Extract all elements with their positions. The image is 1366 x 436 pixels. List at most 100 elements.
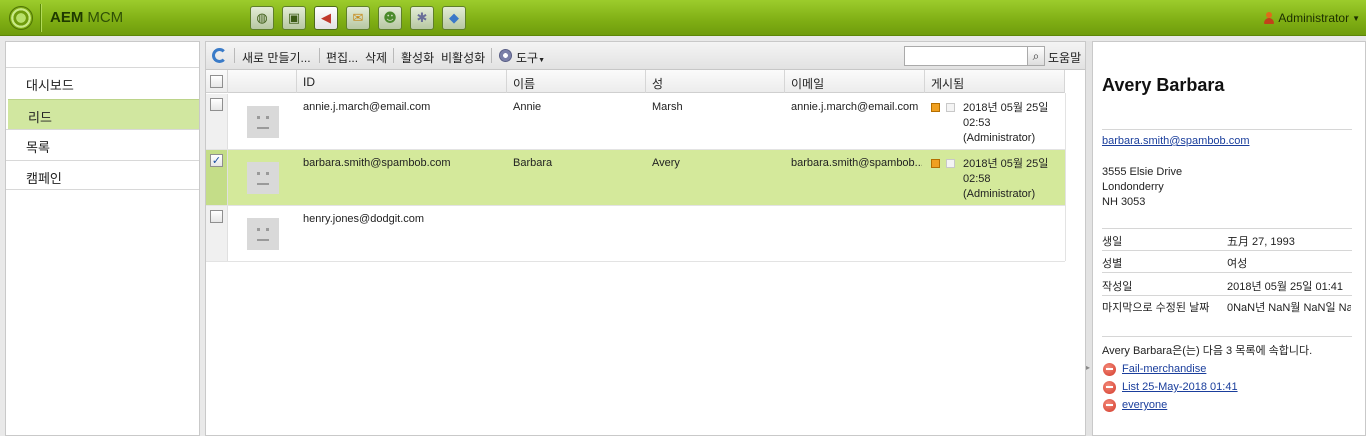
lead-detail-panel: Avery Barbara barbara.smith@spambob.com … (1092, 41, 1366, 436)
row-checkbox[interactable] (210, 210, 223, 223)
cell-id: annie.j.march@email.com (303, 101, 431, 113)
divider (1102, 272, 1352, 273)
help-button[interactable]: 도움말 (1048, 49, 1081, 66)
modified-status-icon (946, 159, 955, 168)
divider (1102, 336, 1352, 337)
globe-icon[interactable]: ◍ (250, 6, 274, 30)
sidebar-item-label: 캠페인 (26, 171, 62, 186)
refresh-icon[interactable] (212, 48, 227, 63)
row-checkbox[interactable]: ✓ (210, 154, 223, 167)
tag-icon[interactable]: ◆ (442, 6, 466, 30)
divider (1102, 250, 1352, 251)
field-value-gender: 여성 (1227, 258, 1248, 270)
cell-published: 2018년 05월 25일 02:58 (Administrator) (963, 157, 1048, 202)
remove-from-list-icon[interactable] (1103, 363, 1116, 376)
users-icon[interactable]: ☻ (378, 6, 402, 30)
tools-icon[interactable] (499, 49, 512, 62)
published-status-icon (931, 103, 940, 112)
grid-toolbar: 새로 만들기... 편집... 삭제 활성화 비활성화 도구▼ ⌕ 도움말 (206, 42, 1085, 70)
activate-button[interactable]: 활성화 (401, 49, 434, 66)
toolbar-separator (319, 48, 320, 63)
sidebar-item-leads[interactable]: 리드 (8, 99, 199, 129)
field-value-birthday: 五月 27, 1993 (1227, 236, 1295, 248)
table-row[interactable]: annie.j.march@email.com Annie Marsh anni… (206, 94, 1065, 150)
chevron-down-icon: ▼ (1352, 13, 1360, 23)
column-header-id[interactable]: ID (297, 70, 507, 93)
megaphone-icon[interactable]: ◀ (314, 6, 338, 30)
gears-icon[interactable]: ✱ (410, 6, 434, 30)
cell-id: henry.jones@dodgit.com (303, 213, 425, 225)
tools-label: 도구 (516, 51, 539, 65)
published-time: 02:58 (963, 173, 991, 185)
chevron-right-icon: ▸ (1086, 363, 1091, 372)
column-header-first-name[interactable]: 이름 (507, 70, 646, 93)
cell-first-name: Barbara (513, 157, 553, 169)
user-menu[interactable]: Administrator ▼ (1263, 11, 1360, 25)
field-value-created: 2018년 05월 25일 01:41 (1227, 281, 1343, 293)
select-all-cell (206, 70, 228, 93)
divider (1102, 228, 1352, 229)
row-check-cell: ✓ (206, 150, 228, 205)
published-by: (Administrator) (963, 188, 1036, 200)
app-title: AEM MCM (50, 9, 123, 26)
tools-menu-button[interactable]: 도구▼ (516, 49, 545, 66)
lead-email-link[interactable]: barbara.smith@spambob.com (1102, 135, 1250, 147)
new-button[interactable]: 새로 만들기... (242, 49, 311, 66)
remove-from-list-icon[interactable] (1103, 381, 1116, 394)
brand-name: AEM (50, 9, 84, 26)
sidebar-item-dashboard[interactable]: 대시보드 (6, 67, 199, 97)
select-all-checkbox[interactable] (210, 75, 223, 88)
remove-from-list-icon[interactable] (1103, 399, 1116, 412)
address-line-2: Londonderry (1102, 181, 1164, 193)
cell-email: barbara.smith@spambob... (791, 157, 922, 169)
column-header-email[interactable]: 이메일 (785, 70, 925, 93)
grid-bottom-border (206, 261, 1065, 262)
camera-icon[interactable]: ▣ (282, 6, 306, 30)
deactivate-button[interactable]: 비활성화 (441, 49, 485, 66)
list-link[interactable]: everyone (1122, 399, 1167, 411)
list-link[interactable]: Fail-merchandise (1122, 363, 1206, 375)
column-header-last-name[interactable]: 성 (646, 70, 785, 93)
app-switcher: ◍ ▣ ◀ ✉ ☻ ✱ ◆ (250, 6, 466, 30)
delete-button[interactable]: 삭제 (365, 49, 387, 66)
field-label-birthday: 생일 (1102, 236, 1123, 248)
aem-logo-icon[interactable] (9, 6, 33, 30)
toolbar-separator (393, 48, 394, 63)
envelope-icon[interactable]: ✉ (346, 6, 370, 30)
row-check-cell (206, 206, 228, 261)
field-label-gender: 성별 (1102, 258, 1123, 270)
modified-status-icon (946, 103, 955, 112)
address-line-1: 3555 Elsie Drive (1102, 166, 1183, 178)
sidebar-item-lists[interactable]: 목록 (6, 129, 199, 159)
sidebar-item-campaigns[interactable]: 캠페인 (6, 160, 199, 190)
cell-id: barbara.smith@spambob.com (303, 157, 451, 169)
field-value-modified: 0NaN년 NaN월 NaN일 NaN (1227, 302, 1351, 314)
list-link[interactable]: List 25-May-2018 01:41 (1122, 381, 1238, 393)
address-line-3: NH 3053 (1102, 196, 1146, 208)
divider (1102, 129, 1352, 130)
published-status-icon (931, 159, 940, 168)
cell-published: 2018년 05월 25일 02:53 (Administrator) (963, 101, 1048, 146)
published-date: 2018년 05월 25일 (963, 158, 1049, 170)
field-label-created: 작성일 (1102, 281, 1133, 293)
column-header-published[interactable]: 게시됨 (925, 70, 1065, 93)
row-check-cell (206, 94, 228, 149)
edit-button[interactable]: 편집... (326, 49, 358, 66)
top-bar: AEM MCM ◍ ▣ ◀ ✉ ☻ ✱ ◆ Administrator ▼ (0, 0, 1366, 36)
search-input[interactable] (904, 46, 1028, 66)
user-name: Administrator (1278, 11, 1350, 25)
row-checkbox[interactable] (210, 98, 223, 111)
table-row[interactable]: ✓ barbara.smith@spambob.com Barbara Aver… (206, 150, 1065, 206)
grid-right-border (1065, 93, 1066, 261)
published-date: 2018년 05월 25일 (963, 102, 1049, 114)
field-label-modified: 마지막으로 수정된 날짜 (1102, 302, 1210, 314)
search-icon[interactable]: ⌕ (1027, 46, 1045, 66)
avatar (247, 106, 279, 138)
table-row[interactable]: henry.jones@dodgit.com (206, 206, 1065, 262)
cell-first-name: Annie (513, 101, 542, 113)
sidebar: 대시보드 리드 목록 캠페인 (5, 41, 200, 436)
sidebar-item-label: 목록 (26, 140, 50, 155)
user-icon (1263, 11, 1275, 25)
sidebar-item-label: 리드 (28, 110, 52, 125)
header-divider (40, 4, 41, 32)
